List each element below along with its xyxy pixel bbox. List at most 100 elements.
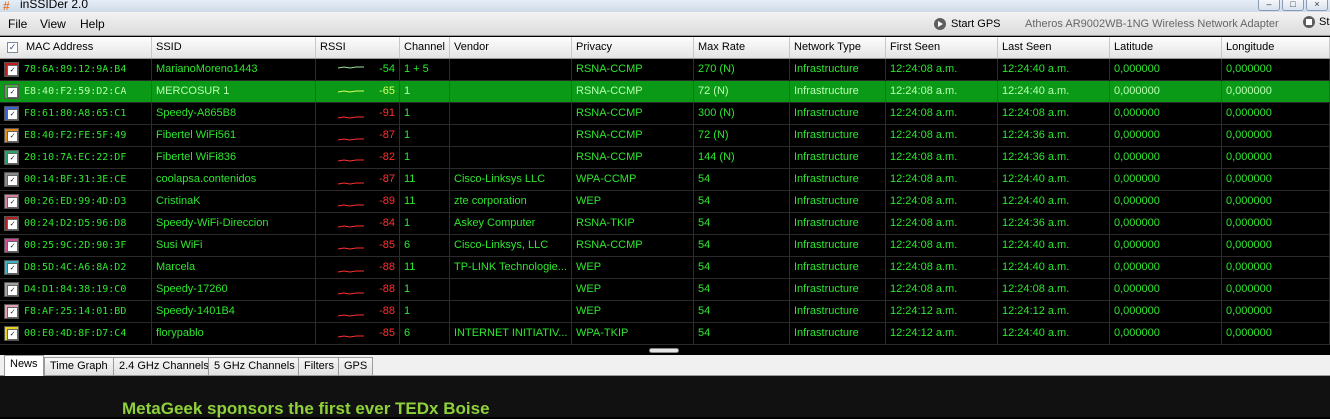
bottom-tabs: News Time Graph 2.4 GHz Channels 5 GHz Chan… (0, 355, 1330, 376)
mac-address: 00:14:BF:31:3E:CE (24, 174, 127, 185)
menu-view[interactable]: View (40, 17, 66, 31)
table-row[interactable]: ✓ F8:AF:25:14:01:BD Speedy-1401B4 -88 1 WEP 54… (0, 301, 1330, 323)
last-seen-cell: 12:24:40 a.m. (998, 81, 1110, 102)
network-color-swatch[interactable]: ✓ (4, 282, 19, 297)
first-seen-cell: 12:24:08 a.m. (886, 59, 998, 80)
table-row[interactable]: ✓ F8:61:80:A8:65:C1 Speedy-A865B8 -91 1 RSNA-… (0, 103, 1330, 125)
col-rssi-header[interactable]: RSSI (316, 37, 400, 58)
type-cell: Infrastructure (790, 301, 886, 322)
col-channel-header[interactable]: Channel (400, 37, 450, 58)
rssi-sparkline-icon (338, 66, 364, 69)
network-color-swatch[interactable]: ✓ (4, 150, 19, 165)
table-row[interactable]: ✓ 00:25:9C:2D:90:3F Susi WiFi -85 6 Cisco-Lin… (0, 235, 1330, 257)
start-gps-button[interactable]: Start GPS (934, 16, 1001, 32)
table-row[interactable]: ✓ D4:D1:84:38:19:C0 Speedy-17260 -88 1 WEP 54 I… (0, 279, 1330, 301)
panel-splitter[interactable] (0, 347, 1330, 355)
splitter-grip-icon[interactable] (649, 348, 679, 353)
row-checkbox[interactable]: ✓ (7, 87, 18, 98)
rssi-value: -89 (379, 195, 395, 207)
row-checkbox[interactable]: ✓ (7, 131, 18, 142)
col-latitude-header[interactable]: Latitude (1110, 37, 1222, 58)
row-checkbox[interactable]: ✓ (7, 241, 18, 252)
network-color-swatch[interactable]: ✓ (4, 304, 19, 319)
col-network-type-header[interactable]: Network Type (790, 37, 886, 58)
rssi-sparkline-icon (338, 204, 364, 207)
tab-gps[interactable]: GPS (338, 357, 374, 375)
menu-file[interactable]: File (8, 17, 27, 31)
mac-cell: ✓ E8:40:F2:59:D2:CA (0, 81, 152, 102)
privacy-cell: RSNA-CCMP (572, 59, 694, 80)
row-checkbox[interactable]: ✓ (7, 65, 18, 76)
network-color-swatch[interactable]: ✓ (4, 172, 19, 187)
network-color-swatch[interactable]: ✓ (4, 128, 19, 143)
network-color-swatch[interactable]: ✓ (4, 62, 19, 77)
maximize-button[interactable]: □ (1282, 0, 1304, 11)
menu-help[interactable]: Help (80, 17, 105, 31)
col-privacy-header[interactable]: Privacy (572, 37, 694, 58)
table-row[interactable]: ✓ E8:40:F2:FE:5F:49 Fibertel WiFi561 -87 1 RS… (0, 125, 1330, 147)
col-max-rate-header[interactable]: Max Rate (694, 37, 790, 58)
table-row[interactable]: ✓ 00:26:ED:99:4D:D3 CristinaK -89 11 zte corp… (0, 191, 1330, 213)
network-color-swatch[interactable]: ✓ (4, 238, 19, 253)
tab-24ghz-channels[interactable]: 2.4 GHz Channels (113, 357, 215, 375)
ssid-cell: CristinaK (152, 191, 316, 212)
row-checkbox[interactable]: ✓ (7, 153, 18, 164)
table-row[interactable]: ✓ 00:E0:4D:8F:D7:C4 florypablo -85 6 INTERNET… (0, 323, 1330, 345)
col-last-seen-header[interactable]: Last Seen (998, 37, 1110, 58)
row-checkbox[interactable]: ✓ (7, 109, 18, 120)
row-checkbox[interactable]: ✓ (7, 285, 18, 296)
network-color-swatch[interactable]: ✓ (4, 84, 19, 99)
mac-address: 78:6A:89:12:9A:B4 (24, 64, 127, 75)
vendor-cell (450, 59, 572, 80)
table-row[interactable]: ✓ 00:24:D2:D5:96:D8 Speedy-WiFi-Direccion -… (0, 213, 1330, 235)
row-checkbox[interactable]: ✓ (7, 329, 18, 340)
mac-cell: ✓ 00:14:BF:31:3E:CE (0, 169, 152, 190)
row-checkbox[interactable]: ✓ (7, 175, 18, 186)
row-checkbox[interactable]: ✓ (7, 197, 18, 208)
stop-button[interactable]: St (1303, 16, 1329, 28)
ssid-cell: coolapsa.contenidos (152, 169, 316, 190)
last-seen-cell: 12:24:36 a.m. (998, 213, 1110, 234)
rssi-value: -85 (379, 327, 395, 339)
vendor-cell (450, 147, 572, 168)
close-button[interactable]: × (1306, 0, 1328, 11)
lat-cell: 0,000000 (1110, 235, 1222, 256)
tab-news[interactable]: News (4, 355, 44, 376)
minimize-button[interactable]: – (1258, 0, 1280, 11)
network-color-swatch[interactable]: ✓ (4, 260, 19, 275)
col-first-seen-header[interactable]: First Seen (886, 37, 998, 58)
last-seen-cell: 12:24:40 a.m. (998, 191, 1110, 212)
col-vendor-header[interactable]: Vendor (450, 37, 572, 58)
col-ssid-header[interactable]: SSID (152, 37, 316, 58)
col-longitude-header[interactable]: Longitude (1222, 37, 1330, 58)
adapter-selector[interactable]: Atheros AR9002WB-1NG Wireless Network Ad… (1025, 18, 1279, 30)
row-checkbox[interactable]: ✓ (7, 219, 18, 230)
table-row[interactable]: ✓ 00:14:BF:31:3E:CE coolapsa.contenidos -87… (0, 169, 1330, 191)
table-row[interactable]: ✓ D8:5D:4C:A6:8A:D2 Marcela -88 11 TP-LINK Te… (0, 257, 1330, 279)
last-seen-cell: 12:24:40 a.m. (998, 235, 1110, 256)
rssi-cell: -88 (316, 257, 400, 278)
col-mac-header[interactable]: MAC Address (0, 37, 152, 58)
table-row[interactable]: ✓ 78:6A:89:12:9A:B4 MarianoMoreno1443 -54 1 … (0, 59, 1330, 81)
rssi-sparkline-icon (338, 116, 364, 119)
mac-cell: ✓ 00:25:9C:2D:90:3F (0, 235, 152, 256)
tab-time-graph[interactable]: Time Graph (44, 357, 114, 375)
table-row[interactable]: ✓ 20:10:7A:EC:22:DF Fibertel WiFi836 -82 1 RS… (0, 147, 1330, 169)
row-checkbox[interactable]: ✓ (7, 263, 18, 274)
network-color-swatch[interactable]: ✓ (4, 326, 19, 341)
lat-cell: 0,000000 (1110, 279, 1222, 300)
network-color-swatch[interactable]: ✓ (4, 216, 19, 231)
type-cell: Infrastructure (790, 191, 886, 212)
app-logo-icon: # (3, 0, 10, 12)
first-seen-cell: 12:24:08 a.m. (886, 147, 998, 168)
table-row[interactable]: ✓ E8:40:F2:59:D2:CA MERCOSUR 1 -65 1 RSNA-CCM… (0, 81, 1330, 103)
network-color-swatch[interactable]: ✓ (4, 194, 19, 209)
tab-5ghz-channels[interactable]: 5 GHz Channels (208, 357, 301, 375)
lat-cell: 0,000000 (1110, 257, 1222, 278)
network-color-swatch[interactable]: ✓ (4, 106, 19, 121)
rssi-sparkline-icon (338, 314, 364, 317)
tab-filters[interactable]: Filters (298, 357, 340, 375)
row-checkbox[interactable]: ✓ (7, 307, 18, 318)
rssi-value: -54 (379, 63, 395, 75)
news-headline[interactable]: MetaGeek sponsors the first ever TEDx Bo… (122, 399, 490, 419)
